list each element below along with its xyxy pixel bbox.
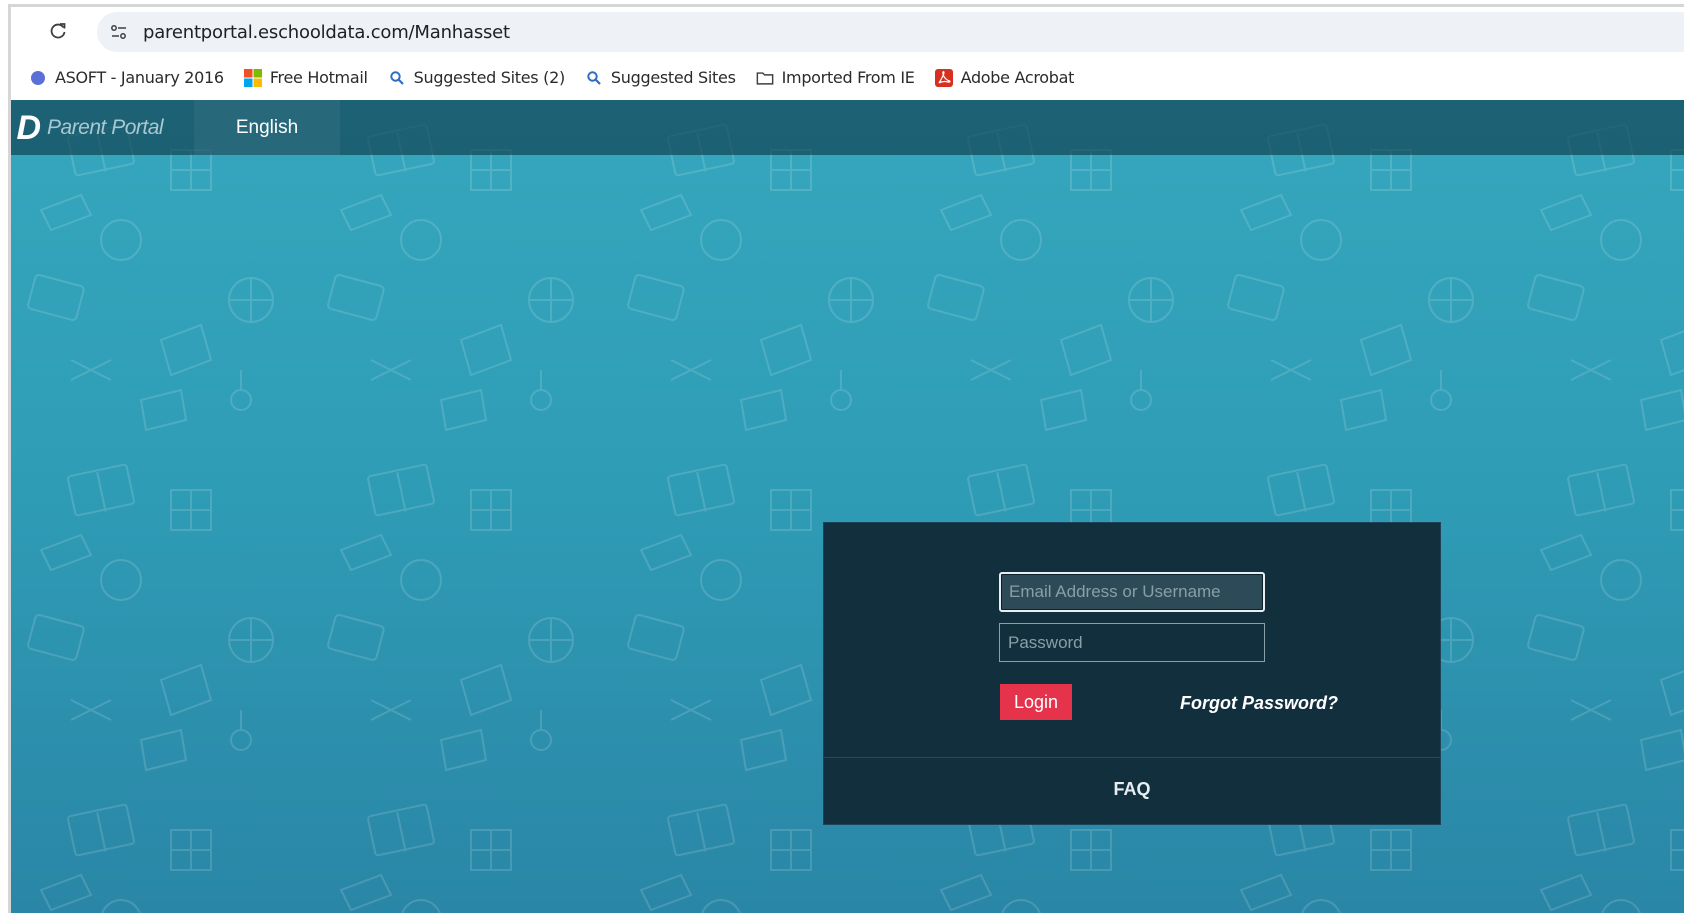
bookmark-adobe-acrobat[interactable]: Adobe Acrobat [925, 62, 1085, 94]
email-input[interactable] [999, 572, 1265, 612]
bookmark-suggested-sites[interactable]: Suggested Sites [575, 62, 746, 94]
page-content: D Parent Portal English Login Forgot Pas… [11, 100, 1684, 913]
search-icon [388, 69, 406, 87]
panel-divider [824, 757, 1440, 758]
logo-text: Parent Portal [47, 116, 164, 139]
folder-icon [756, 69, 774, 87]
login-panel: Login Forgot Password? FAQ [823, 522, 1441, 825]
bookmark-free-hotmail[interactable]: Free Hotmail [234, 62, 378, 94]
bookmark-asoft[interactable]: ASOFT - January 2016 [19, 62, 234, 94]
bookmark-suggested-sites-2[interactable]: Suggested Sites (2) [378, 62, 575, 94]
language-selector[interactable]: English [194, 100, 340, 155]
bookmark-label: Suggested Sites [610, 68, 736, 87]
forgot-password-link[interactable]: Forgot Password? [1180, 693, 1338, 714]
bookmark-label: Imported From IE [781, 68, 915, 87]
url-text[interactable]: parentportal.eschooldata.com/Manhasset [143, 22, 510, 43]
search-icon [585, 69, 603, 87]
login-button[interactable]: Login [1000, 684, 1072, 720]
logo-mark: D [16, 110, 41, 146]
password-input[interactable] [999, 623, 1265, 662]
faq-link[interactable]: FAQ [824, 779, 1440, 800]
globe-icon [29, 69, 47, 87]
bookmark-label: ASOFT - January 2016 [55, 68, 224, 87]
logo[interactable]: D Parent Portal [11, 110, 163, 146]
acrobat-icon [934, 68, 953, 87]
bookmark-label: Free Hotmail [269, 68, 368, 87]
bookmarks-bar: ASOFT - January 2016 Free Hotmail Sugges… [11, 55, 1684, 100]
browser-window: parentportal.eschooldata.com/Manhasset A… [8, 4, 1684, 913]
reload-icon[interactable] [45, 18, 71, 44]
bookmark-label: Suggested Sites (2) [413, 68, 566, 87]
bookmark-imported-from-ie[interactable]: Imported From IE [746, 62, 925, 94]
windows-icon [243, 68, 262, 87]
site-settings-icon[interactable] [109, 22, 129, 42]
address-bar: parentportal.eschooldata.com/Manhasset [11, 7, 1684, 55]
omnibox[interactable]: parentportal.eschooldata.com/Manhasset [97, 12, 1684, 52]
top-nav: D Parent Portal English [11, 100, 1684, 155]
bookmark-label: Adobe Acrobat [960, 68, 1075, 87]
